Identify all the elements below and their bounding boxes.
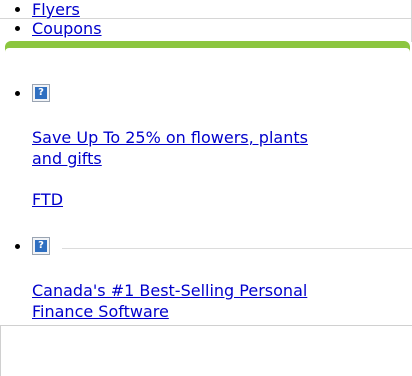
flyers-link[interactable]: Flyers	[32, 0, 80, 19]
offer-item: ? Canada's #1 Best-Selling Personal Fina…	[32, 237, 412, 322]
offers-list: ? Save Up To 25% on flowers, plants and …	[0, 84, 412, 322]
nav-item-coupons: Coupons	[32, 19, 102, 38]
bottom-left-border	[0, 325, 1, 376]
offer-image[interactable]: ?	[32, 237, 50, 255]
offer-divider	[62, 248, 412, 249]
missing-image-icon: ?	[35, 240, 47, 252]
offer-title-link[interactable]: Canada's #1 Best-Selling Personal Financ…	[32, 280, 352, 322]
section-accent-bar	[5, 41, 410, 57]
missing-image-icon: ?	[35, 87, 47, 99]
nav-list: Flyers Coupons	[0, 0, 102, 38]
coupons-link[interactable]: Coupons	[32, 19, 102, 38]
section-accent-bar-inner	[5, 48, 410, 57]
offer-brand-link[interactable]: FTD	[32, 189, 112, 210]
offer-title-link[interactable]: Save Up To 25% on flowers, plants and gi…	[32, 127, 332, 169]
offer-item: ? Save Up To 25% on flowers, plants and …	[32, 84, 412, 237]
offer-image[interactable]: ?	[32, 84, 50, 102]
nav-item-flyers: Flyers	[32, 0, 102, 19]
bottom-divider	[0, 325, 412, 326]
